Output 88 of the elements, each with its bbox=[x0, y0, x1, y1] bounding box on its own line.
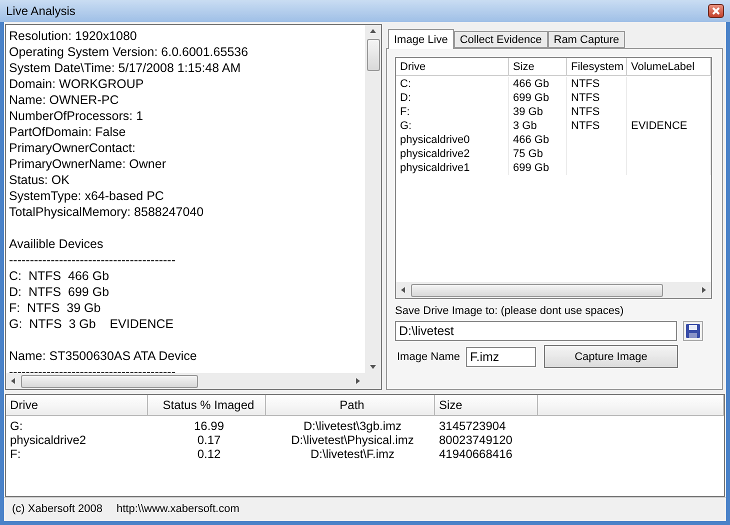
log-line: D: NTFS 699 Gb bbox=[9, 284, 110, 300]
column-header[interactable]: VolumeLabel bbox=[627, 58, 711, 76]
log-text-box[interactable] bbox=[5, 24, 382, 390]
scroll-right-icon[interactable] bbox=[354, 377, 362, 385]
log-line: Name: ST3500630AS ATA Device bbox=[9, 348, 198, 364]
table-cell: 466 Gb bbox=[509, 133, 567, 147]
log-line: PartOfDomain: False bbox=[9, 124, 127, 140]
vertical-scrollbar[interactable] bbox=[365, 25, 381, 373]
log-line: F: NTFS 39 Gb bbox=[9, 300, 102, 316]
table-cell: physicaldrive2 bbox=[396, 147, 509, 161]
scrollbar-thumb[interactable] bbox=[21, 374, 198, 388]
table-cell: physicaldrive0 bbox=[396, 133, 509, 147]
log-line: Status: OK bbox=[9, 172, 70, 188]
save-path-label: Save Drive Image to: (please dont use spaces) bbox=[395, 305, 625, 317]
capture-image-button[interactable]: Capture Image bbox=[544, 345, 678, 368]
imaging-progress-list[interactable]: Drive Status % Imaged Path Size G: 16.99 D:\livetest\3gb.imz 3145723904 physicaldrive2 0.17 D:\livetest\Physical.imz 80023749120 F: 0.12 D:\livetest\F.imz 41940668416 bbox=[5, 394, 725, 497]
scroll-down-icon[interactable] bbox=[369, 363, 377, 371]
table-cell: 39 Gb bbox=[509, 105, 567, 119]
table-cell: 75 Gb bbox=[509, 147, 567, 161]
status-text: (c) Xabersoft 2008 bbox=[12, 503, 102, 516]
close-icon bbox=[712, 7, 720, 15]
table-cell: 699 Gb bbox=[509, 161, 567, 175]
save-button[interactable] bbox=[683, 321, 703, 341]
table-cell-text: 0.17 bbox=[196, 433, 222, 447]
status-text: http:\\www.xabersoft.com bbox=[116, 503, 240, 516]
log-line: NumberOfProcessors: 1 bbox=[9, 108, 144, 124]
log-line: System Date\Time: 5/17/2008 1:15:48 AM bbox=[9, 60, 242, 76]
column-header[interactable]: Drive bbox=[396, 58, 509, 76]
table-cell-text: 3145723904 bbox=[438, 419, 507, 433]
tab[interactable]: Collect Evidence bbox=[454, 31, 548, 48]
table-cell: G: bbox=[396, 119, 509, 133]
scrollbar-thumb[interactable] bbox=[411, 284, 663, 296]
scroll-left-icon[interactable] bbox=[9, 377, 17, 385]
log-line: SystemType: x64-based PC bbox=[9, 188, 165, 204]
column-header[interactable]: Path bbox=[266, 395, 435, 416]
scroll-left-icon[interactable] bbox=[399, 286, 407, 294]
log-line: ---------------------------------------- bbox=[9, 252, 177, 268]
column-header[interactable]: Size bbox=[509, 58, 567, 76]
horizontal-scrollbar[interactable] bbox=[396, 282, 711, 298]
table-cell-text: 80023749120 bbox=[438, 433, 514, 447]
scroll-up-icon[interactable] bbox=[369, 27, 377, 35]
log-line: G: NTFS 3 Gb EVIDENCE bbox=[9, 316, 175, 332]
save-path-field[interactable]: D:\livetest bbox=[395, 321, 677, 341]
table-cell-text: 41940668416 bbox=[438, 447, 514, 461]
tab[interactable]: Ram Capture bbox=[548, 31, 626, 48]
column-header[interactable]: Status % Imaged bbox=[148, 395, 266, 416]
table-cell-text: 16.99 bbox=[192, 419, 226, 433]
table-cell: 3 Gb bbox=[509, 119, 567, 133]
table-cell: EVIDENCE bbox=[627, 119, 711, 133]
log-line: C: NTFS 466 Gb bbox=[9, 268, 110, 284]
drive-list[interactable]: Drive Size Filesystem VolumeLabel C: 466 Gb NTFS D: 699 Gb NTFS F: 39 Gb NTFS G: 3 Gb NTFS EVIDENCE physicaldrive0 466 Gb physicaldrive2 75 Gb physicaldrive1 699 Gb bbox=[395, 57, 712, 299]
column-header[interactable]: Filesystem bbox=[567, 58, 627, 76]
column-header[interactable]: Size bbox=[435, 395, 538, 416]
table-cell-text: D:\livetest\F.imz bbox=[309, 447, 396, 461]
log-line: ---------------------------------------- bbox=[9, 364, 177, 373]
table-cell: NTFS bbox=[567, 91, 627, 105]
log-line: PrimaryOwnerName: Owner bbox=[9, 156, 167, 172]
image-name-field[interactable]: F.imz bbox=[466, 346, 536, 366]
tab[interactable]: Image Live bbox=[388, 29, 454, 49]
image-name-label: Image Name bbox=[397, 350, 460, 362]
table-cell-text: G: bbox=[9, 419, 24, 433]
close-button[interactable] bbox=[708, 4, 724, 18]
table-cell: NTFS bbox=[567, 119, 627, 133]
log-line: PrimaryOwnerContact: bbox=[9, 140, 136, 156]
table-cell: 699 Gb bbox=[509, 91, 567, 105]
log-line: TotalPhysicalMemory: 8588247040 bbox=[9, 204, 205, 220]
table-cell: physicaldrive1 bbox=[396, 161, 509, 175]
table-cell: F: bbox=[396, 105, 509, 119]
scrollbar-thumb[interactable] bbox=[366, 39, 380, 71]
table-cell: 466 Gb bbox=[509, 77, 567, 91]
scroll-right-icon[interactable] bbox=[700, 286, 708, 294]
horizontal-scrollbar[interactable] bbox=[6, 373, 365, 389]
table-cell: D: bbox=[396, 91, 509, 105]
table-cell: NTFS bbox=[567, 105, 627, 119]
log-line: Resolution: 1920x1080 bbox=[9, 28, 138, 44]
table-cell-text: 0.12 bbox=[196, 447, 222, 461]
log-line: Operating System Version: 6.0.6001.65536 bbox=[9, 44, 250, 60]
table-cell-text: F: bbox=[9, 447, 22, 461]
table-cell: NTFS bbox=[567, 77, 627, 91]
table-cell-text: D:\livetest\3gb.imz bbox=[302, 419, 403, 433]
column-header[interactable]: Drive bbox=[6, 395, 148, 416]
table-cell: C: bbox=[396, 77, 509, 91]
log-line: Name: OWNER-PC bbox=[9, 92, 120, 108]
log-line: Availible Devices bbox=[9, 236, 104, 252]
log-line: Domain: WORKGROUP bbox=[9, 76, 145, 92]
window-title: Live Analysis bbox=[6, 4, 76, 18]
table-cell-text: physicaldrive2 bbox=[9, 433, 88, 447]
table-cell-text: D:\livetest\Physical.imz bbox=[290, 433, 415, 447]
